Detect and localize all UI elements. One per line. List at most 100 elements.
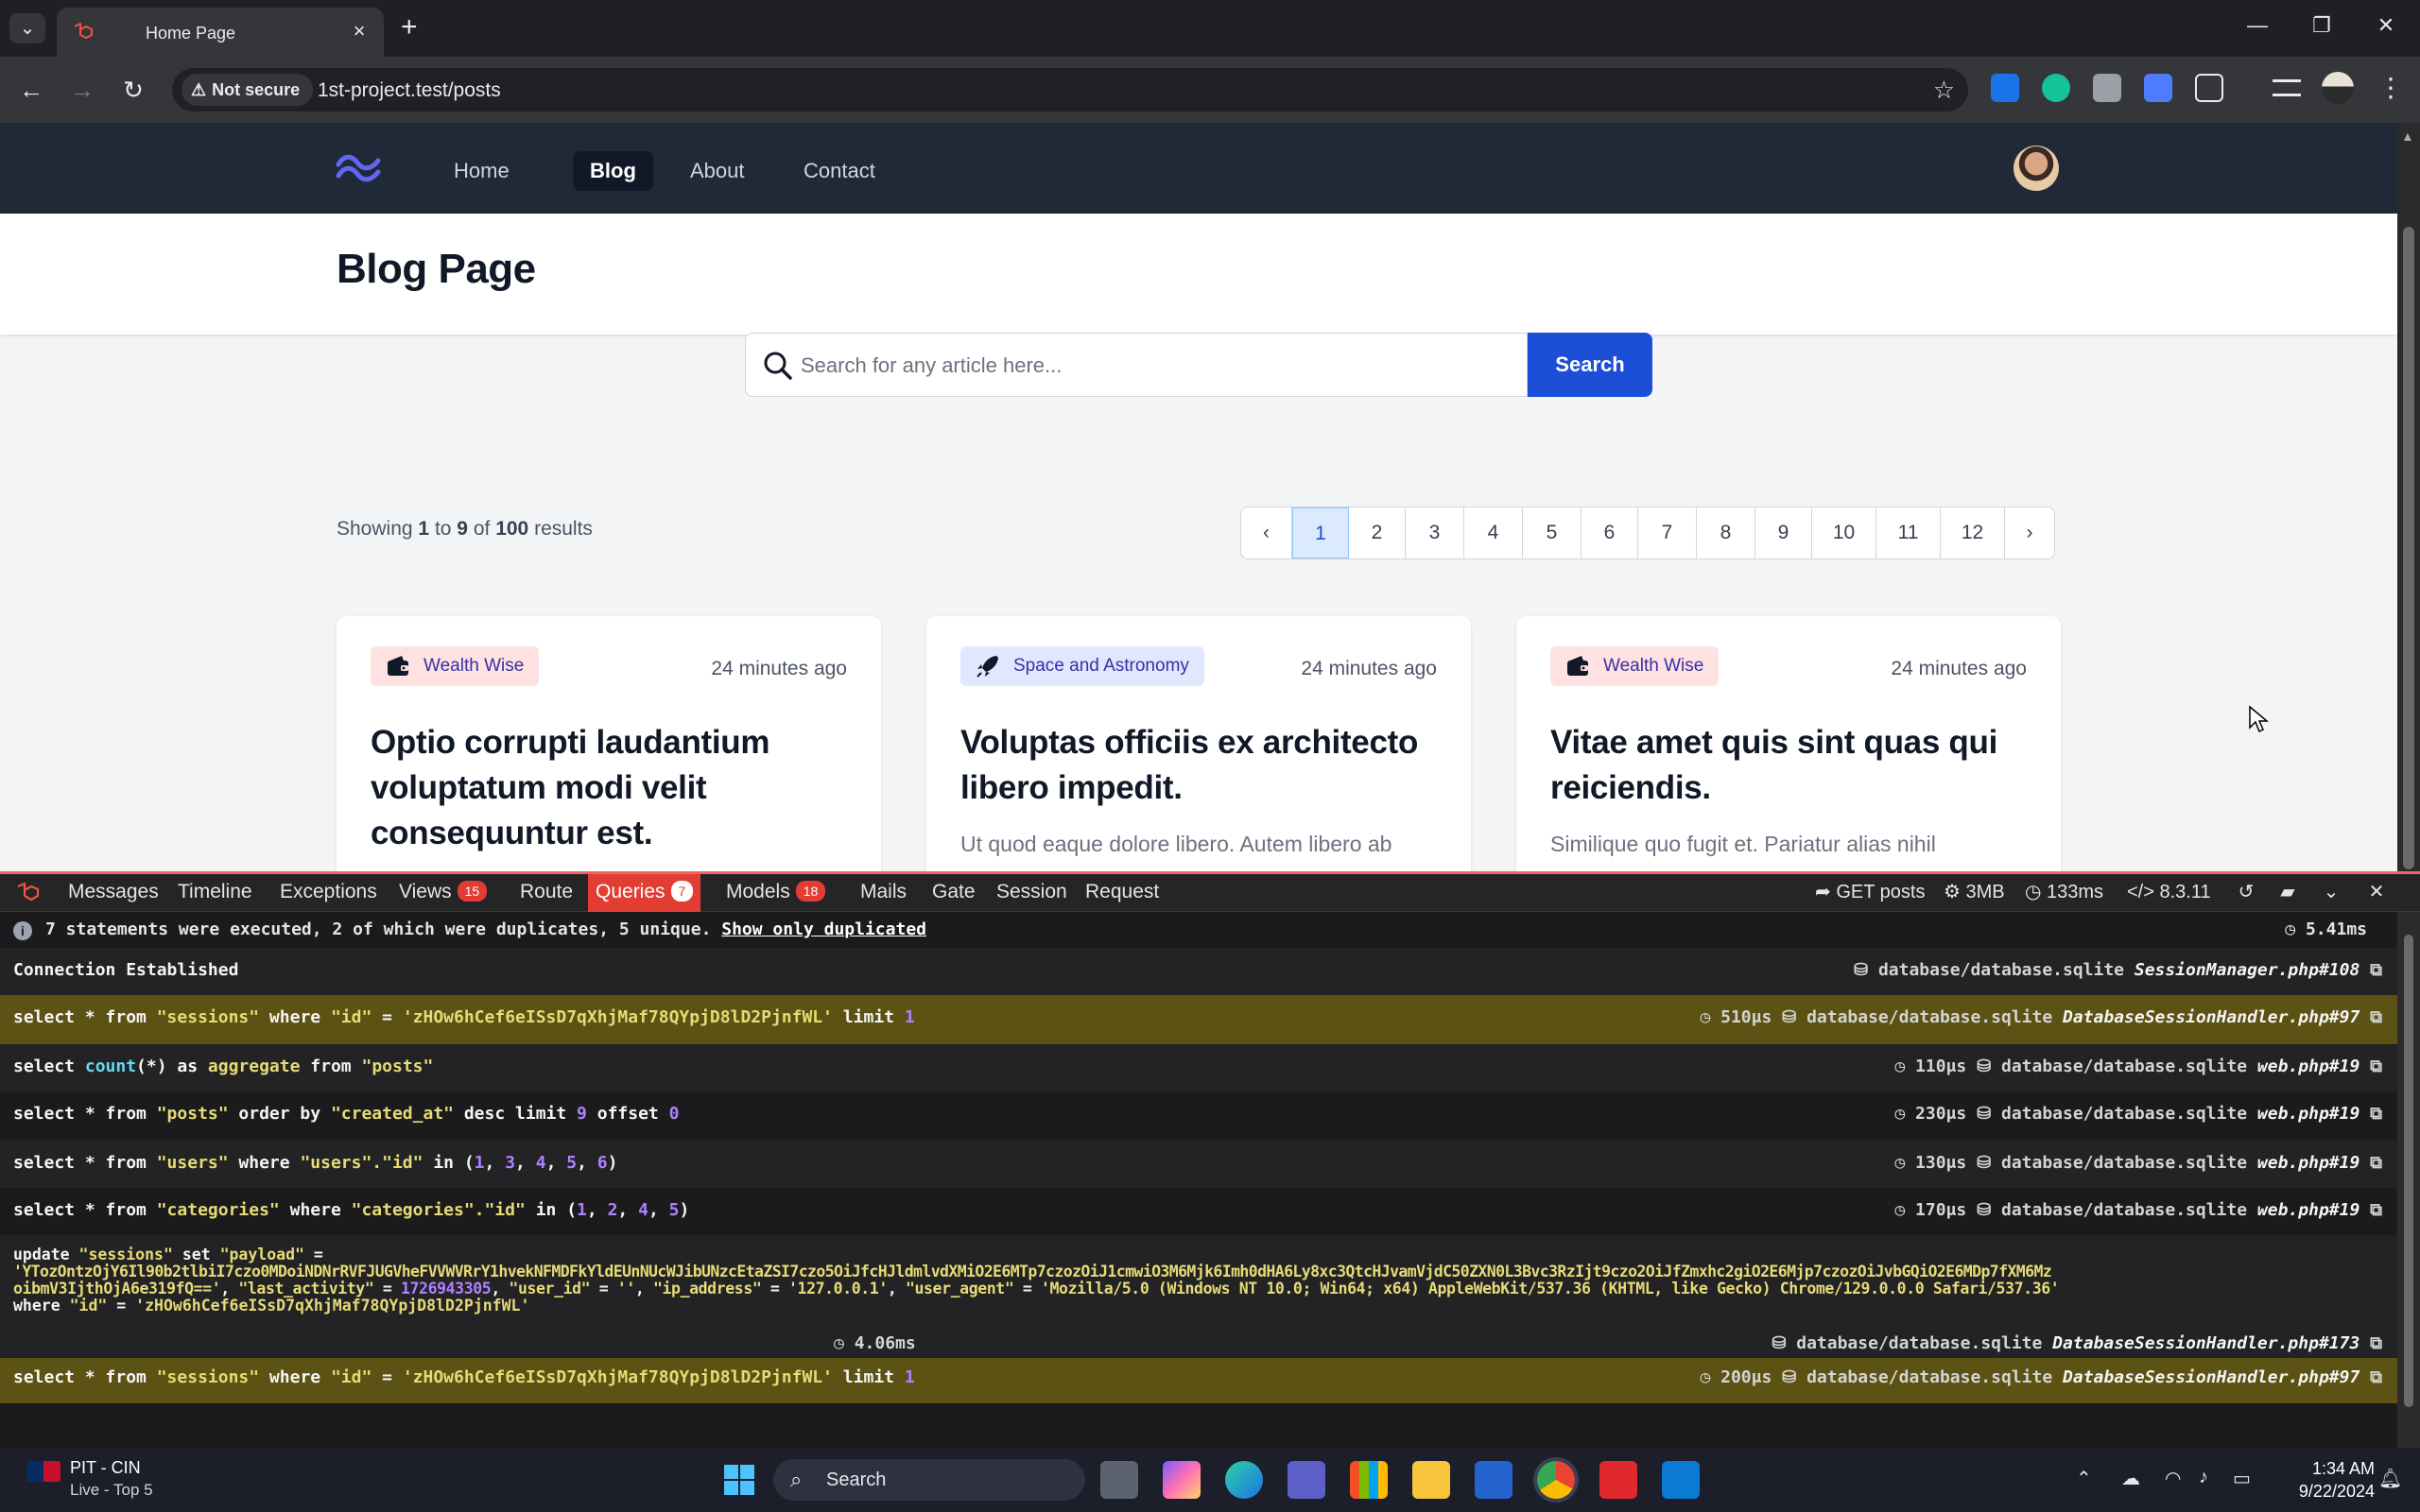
taskbar-search[interactable]: ⌕ Search — [773, 1459, 1085, 1501]
notification-bell-icon[interactable]: 🔔︎ — [2378, 1467, 2402, 1490]
system-clock[interactable]: 1:34 AM 9/22/2024 — [2280, 1457, 2375, 1503]
grammarly-icon[interactable] — [2042, 74, 2070, 102]
close-window-button[interactable]: ✕ — [2367, 13, 2405, 38]
pagination-page[interactable]: 2 — [1349, 507, 1406, 558]
debugbar-tab-request[interactable]: Request — [1078, 874, 1167, 912]
post-card[interactable]: Wealth Wise 24 minutes ago Optio corrupt… — [337, 616, 881, 871]
query-row[interactable]: select * from "categories" where "catego… — [0, 1188, 2397, 1235]
windows-start-icon[interactable] — [720, 1461, 758, 1499]
teams-icon[interactable] — [1288, 1461, 1325, 1499]
minimize-panel-icon[interactable]: ⌄ — [2318, 874, 2344, 912]
post-title[interactable]: Optio corrupti laudantium voluptatum mod… — [371, 720, 853, 856]
search-input[interactable] — [801, 349, 1500, 383]
page-scrollbar[interactable]: ▲ — [2397, 123, 2420, 871]
query-source[interactable]: web.php#19 — [2257, 1200, 2360, 1220]
extensions-puzzle-icon[interactable] — [2195, 74, 2223, 102]
new-tab-button[interactable]: + — [401, 13, 418, 42]
external-link-icon[interactable]: ⧉ — [2370, 1333, 2382, 1353]
debugbar-tab-gate[interactable]: Gate — [925, 874, 983, 912]
restore-button[interactable]: ❐ — [2303, 13, 2341, 38]
media-control-icon[interactable] — [2273, 79, 2301, 96]
pagination-page[interactable]: 12 — [1941, 507, 2005, 558]
query-source[interactable]: SessionManager.php#108 — [2135, 960, 2360, 980]
wifi-icon[interactable]: ◠ — [2165, 1467, 2181, 1490]
pagination-next[interactable]: › — [2005, 507, 2054, 558]
debugbar-tab-models[interactable]: Models 18 — [718, 874, 833, 912]
herd-icon[interactable] — [1599, 1461, 1637, 1499]
url-text[interactable]: 1st-project.test/posts — [318, 79, 501, 102]
query-source[interactable]: DatabaseSessionHandler.php#97 — [2063, 1367, 2360, 1387]
query-row[interactable]: select * from "posts" order by "created_… — [0, 1091, 2397, 1141]
close-tab-icon[interactable]: × — [348, 20, 371, 43]
address-bar[interactable]: ⚠ Not secure 1st-project.test/posts ☆ — [172, 68, 1968, 112]
tab-search-button[interactable]: ⌄ — [9, 13, 45, 43]
user-avatar[interactable] — [2014, 146, 2059, 191]
query-source[interactable]: web.php#19 — [2257, 1057, 2360, 1076]
close-debugbar-icon[interactable]: ✕ — [2363, 874, 2390, 912]
query-row[interactable]: select * from "sessions" where "id" = 'z… — [0, 1358, 2397, 1403]
search-button[interactable]: Search — [1528, 333, 1652, 397]
category-badge[interactable]: Space and Astronomy — [960, 646, 1204, 686]
pagination-page[interactable]: 1 — [1292, 507, 1349, 558]
post-title[interactable]: Voluptas officiis ex architecto libero i… — [960, 720, 1443, 811]
post-title[interactable]: Vitae amet quis sint quas qui reiciendis… — [1550, 720, 2032, 811]
debugbar-tab-session[interactable]: Session — [989, 874, 1075, 912]
post-card[interactable]: Wealth Wise 24 minutes ago Vitae amet qu… — [1516, 616, 2061, 871]
nav-link-blog[interactable]: Blog — [573, 151, 653, 191]
history-icon[interactable]: ↺ — [2233, 874, 2259, 912]
reload-button[interactable]: ↻ — [119, 76, 147, 104]
query-source[interactable]: DatabaseSessionHandler.php#173 — [2052, 1333, 2360, 1353]
external-link-icon[interactable]: ⧉ — [2370, 1007, 2382, 1027]
edge-icon[interactable] — [1225, 1461, 1263, 1499]
pagination-page[interactable]: 6 — [1582, 507, 1638, 558]
external-link-icon[interactable]: ⧉ — [2370, 1367, 2382, 1387]
post-card[interactable]: Space and Astronomy 24 minutes ago Volup… — [926, 616, 1471, 871]
browser-menu-icon[interactable]: ⋮ — [2377, 72, 2405, 103]
query-row[interactable]: update "sessions" set "payload" = 'YTozO… — [0, 1235, 2397, 1330]
external-link-icon[interactable]: ⧉ — [2370, 1104, 2382, 1124]
vscode-icon[interactable] — [1662, 1461, 1700, 1499]
tailwind-logo-icon[interactable] — [335, 151, 382, 183]
scrollbar-thumb[interactable] — [2403, 227, 2414, 869]
copilot-icon[interactable] — [1163, 1461, 1201, 1499]
profile-avatar[interactable] — [2322, 72, 2354, 104]
debugbar-tab-messages[interactable]: Messages — [60, 874, 166, 912]
search-field[interactable] — [745, 333, 1528, 397]
scrollbar-thumb[interactable] — [2404, 935, 2413, 1407]
store-icon[interactable] — [1350, 1461, 1388, 1499]
browser-tab[interactable]: Home Page × — [57, 8, 384, 57]
route-indicator[interactable]: ➦ GET posts — [1815, 874, 1925, 912]
debugbar-tab-queries[interactable]: Queries 7 — [588, 874, 701, 912]
external-link-icon[interactable]: ⧉ — [2370, 1153, 2382, 1173]
file-explorer-icon[interactable] — [1412, 1461, 1450, 1499]
bookmark-star-icon[interactable]: ☆ — [1933, 76, 1955, 105]
debugbar-tab-timeline[interactable]: Timeline — [170, 874, 260, 912]
query-row[interactable]: select * from "sessions" where "id" = 'z… — [0, 995, 2397, 1044]
debugbar-tab-views[interactable]: Views 15 — [391, 874, 494, 912]
external-link-icon[interactable]: ⧉ — [2370, 1057, 2382, 1076]
pagination-prev[interactable]: ‹ — [1241, 507, 1292, 558]
pagination-page[interactable]: 3 — [1406, 507, 1464, 558]
extension-icon-3[interactable] — [2093, 74, 2121, 102]
nav-link-home[interactable]: Home — [437, 151, 527, 191]
scroll-up-icon[interactable]: ▲ — [2401, 129, 2414, 144]
minimize-button[interactable]: — — [2238, 13, 2276, 38]
pagination-page[interactable]: 7 — [1638, 507, 1697, 558]
debugbar-tab-route[interactable]: Route — [512, 874, 580, 912]
folder-open-icon[interactable]: ▰ — [2274, 874, 2301, 912]
pagination-page[interactable]: 8 — [1697, 507, 1755, 558]
external-link-icon[interactable]: ⧉ — [2370, 1200, 2382, 1220]
query-row[interactable]: select * from "users" where "users"."id"… — [0, 1141, 2397, 1188]
extension-icon-1[interactable] — [1991, 74, 2019, 102]
translate-icon[interactable] — [2144, 74, 2172, 102]
php-version-indicator[interactable]: </> 8.3.11 — [2127, 874, 2211, 912]
todo-icon[interactable] — [1475, 1461, 1512, 1499]
forward-button[interactable]: → — [68, 76, 96, 104]
chrome-icon[interactable] — [1537, 1461, 1575, 1499]
pagination-page[interactable]: 4 — [1464, 507, 1523, 558]
memory-indicator[interactable]: ⚙ 3MB — [1944, 874, 2005, 912]
pagination-page[interactable]: 5 — [1523, 507, 1582, 558]
show-duplicated-link[interactable]: Show only duplicated — [721, 919, 926, 939]
onedrive-icon[interactable]: ☁ — [2121, 1467, 2140, 1490]
chevron-up-icon[interactable]: ⌃ — [2076, 1467, 2092, 1490]
